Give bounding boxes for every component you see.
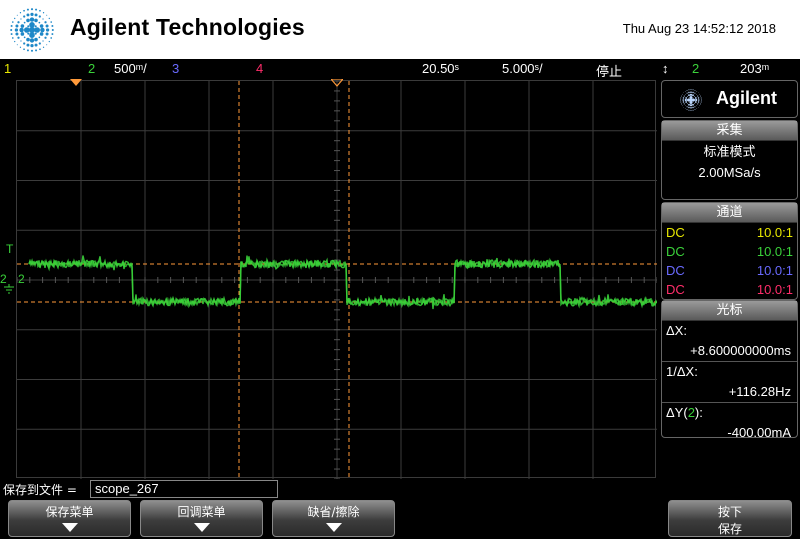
arrow-down-icon	[325, 523, 342, 532]
time-scale: 5.000ˢ/	[502, 61, 543, 76]
delta-x-value: +8.600000000ms	[690, 343, 791, 358]
save-file-row: 保存到文件 = scope_267	[0, 480, 800, 498]
recall-menu-label: 回调菜单	[177, 505, 226, 519]
cursor-section[interactable]: 光标 ΔX: +8.600000000ms 1/ΔX: +116.28Hz ΔY…	[661, 300, 798, 440]
save-to-file-label: 保存到文件 =	[3, 483, 77, 497]
save-menu-label: 保存菜单	[45, 505, 94, 519]
run-state[interactable]: 停止	[596, 61, 622, 80]
acquire-section[interactable]: 采集 标准模式 2.00MSa/s	[661, 120, 798, 200]
info-panel: Agilent 采集 标准模式 2.00MSa/s 通道 DC 10.0:1 DC 1…	[659, 80, 800, 478]
inverse-delta-x-value: +116.28Hz	[728, 384, 791, 399]
channel-3-indicator[interactable]: 3	[172, 61, 179, 76]
save-menu-button[interactable]: 保存菜单	[8, 500, 131, 537]
delta-y-prefix: ΔY(	[666, 405, 688, 420]
channel-2-label: 2	[18, 272, 25, 286]
waveform-display[interactable]	[16, 80, 657, 479]
channel-list: DC 10.0:1 DC 10.0:1 DC 10.0:1 DC 10.0:1	[662, 223, 797, 299]
channel-row-4: DC 10.0:1	[662, 280, 797, 299]
channel-coupling: DC	[666, 263, 685, 278]
acquire-mode: 标准模式	[703, 145, 756, 160]
trigger-level-marker: T	[6, 242, 14, 256]
status-bar: 1 2 500ᵐ/ 3 4 20.50ˢ 5.000ˢ/ 停止 ↕ 2 203ᵐ	[0, 59, 800, 79]
default-erase-button[interactable]: 缺省/擦除	[272, 500, 395, 537]
channel-coupling: DC	[666, 282, 685, 297]
agilent-spark-icon	[680, 89, 702, 111]
channel-coupling: DC	[666, 225, 685, 240]
panel-brand: Agilent	[716, 88, 777, 108]
header-bar: Agilent Technologies Thu Aug 23 14:52:12…	[0, 0, 800, 59]
arrow-down-icon	[193, 523, 210, 532]
trigger-position-marker	[70, 79, 82, 86]
delta-y-channel: 2	[687, 405, 695, 420]
arrow-down-icon	[61, 523, 78, 532]
channel-row-2: DC 10.0:1	[662, 242, 797, 261]
channel-title: 通道	[662, 203, 797, 223]
channel-probe-ratio: 10.0:1	[756, 244, 793, 259]
press-to-save-line2: 保存	[717, 522, 742, 536]
channel-row-1: DC 10.0:1	[662, 223, 797, 242]
datetime-display: Thu Aug 23 14:52:12 2018	[622, 21, 776, 36]
delta-x-label: ΔX:	[666, 323, 687, 338]
ground-icon	[4, 284, 14, 294]
delta-y-label: ΔY(2):	[662, 402, 797, 423]
default-erase-label: 缺省/擦除	[307, 505, 360, 519]
agilent-spark-icon	[10, 8, 54, 52]
sample-rate: 2.00MSa/s	[698, 165, 761, 180]
time-position: 20.50ˢ	[422, 61, 459, 76]
recall-menu-button[interactable]: 回调菜单	[140, 500, 263, 537]
panel-brand-box: Agilent	[661, 80, 798, 118]
channel-probe-ratio: 10.0:1	[756, 263, 793, 278]
brand-title: Agilent Technologies	[70, 14, 305, 40]
graticule	[17, 81, 657, 479]
inverse-delta-x-label: 1/ΔX:	[662, 361, 797, 382]
channel-2-scale: 500ᵐ/	[114, 61, 147, 76]
trigger-channel: 2	[692, 61, 700, 76]
time-reference-marker	[331, 79, 343, 87]
press-to-save-button[interactable]: 按下 保存	[668, 500, 792, 537]
acquire-title: 采集	[662, 121, 797, 141]
channel-probe-ratio: 10.0:1	[756, 225, 793, 240]
channel-1-indicator[interactable]: 1	[4, 61, 11, 76]
cursor-title: 光标	[662, 301, 797, 321]
delta-y-value: -400.00mA	[727, 425, 791, 440]
delta-y-suffix: ):	[694, 405, 703, 420]
channel-2-indicator[interactable]: 2	[88, 61, 95, 76]
filename-field[interactable]: scope_267	[90, 480, 278, 498]
channel-section[interactable]: 通道 DC 10.0:1 DC 10.0:1 DC 10.0:1 DC 10.0:1	[661, 202, 798, 300]
channel-coupling: DC	[666, 244, 685, 259]
trigger-updown-icon: ↕	[662, 61, 669, 76]
channel-row-3: DC 10.0:1	[662, 261, 797, 280]
press-to-save-line1: 按下	[717, 505, 742, 519]
channel-4-indicator[interactable]: 4	[256, 61, 263, 76]
channel-probe-ratio: 10.0:1	[756, 282, 793, 297]
trigger-level: 203ᵐ	[740, 61, 770, 76]
